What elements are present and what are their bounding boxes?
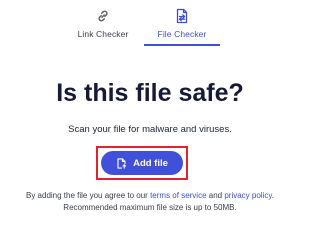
terms-middle: and	[206, 191, 225, 200]
file-transfer-icon	[176, 8, 188, 24]
active-tab-indicator	[144, 44, 220, 46]
tab-link-checker[interactable]: Link Checker	[62, 8, 144, 46]
privacy-policy-link[interactable]: privacy policy	[224, 191, 271, 200]
link-icon	[98, 10, 108, 22]
tab-file-checker[interactable]: File Checker	[144, 8, 220, 46]
terms-prefix: By adding the file you agree to our	[25, 191, 151, 200]
tab-file-checker-label: File Checker	[157, 29, 207, 39]
page-subtitle: Scan your file for malware and viruses.	[68, 124, 232, 135]
checker-tabs: Link Checker File Checker	[0, 0, 300, 46]
add-file-button[interactable]: Add file	[101, 151, 183, 175]
terms-of-service-link[interactable]: terms of service	[150, 191, 206, 200]
file-checker-page: Link Checker File Checker Is this file s…	[0, 0, 300, 232]
terms-suffix: .	[271, 191, 274, 200]
terms-notice: By adding the file you agree to our term…	[0, 190, 300, 201]
add-file-label: Add file	[133, 157, 168, 169]
tab-link-checker-label: Link Checker	[77, 29, 129, 39]
file-upload-icon	[117, 157, 127, 169]
max-file-size-note: Recommended maximum file size is up to 5…	[63, 203, 237, 212]
page-title: Is this file safe?	[56, 79, 244, 107]
